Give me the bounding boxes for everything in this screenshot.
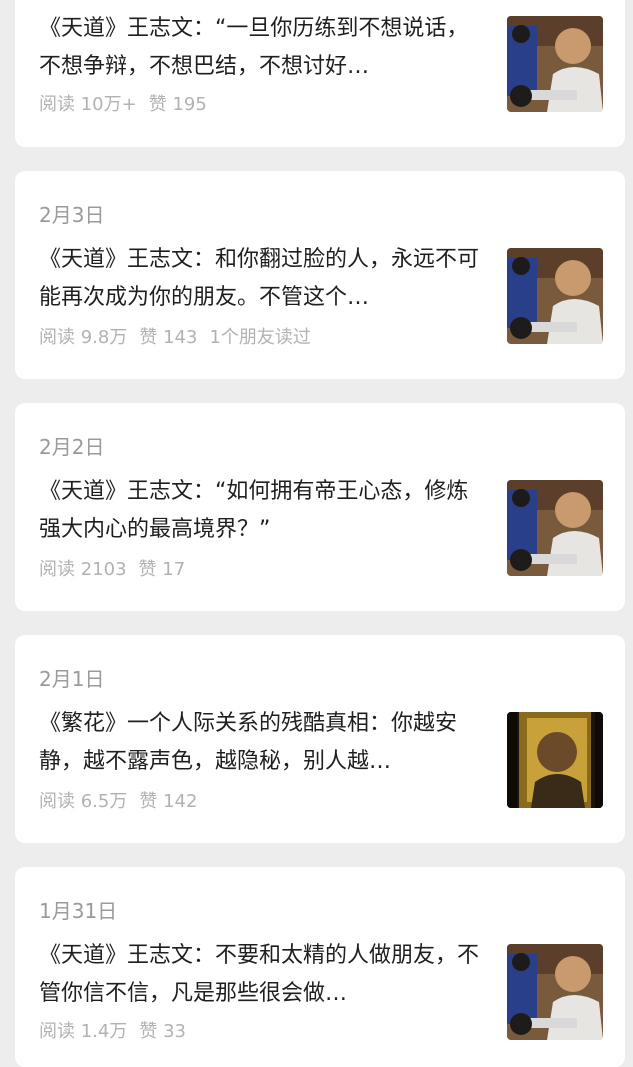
article-card[interactable]: 2月2日 《天道》王志文：“如何拥有帝王心态，修炼强大内心的最高境界？” 阅读 … [15, 403, 625, 611]
fanhua-still-image [507, 712, 603, 808]
article-title[interactable]: 《天道》王志文：“如何拥有帝王心态，修炼强大内心的最高境界？” [39, 473, 489, 549]
article-date: 2月3日 [39, 203, 105, 227]
read-count: 阅读 6.5万 [39, 791, 128, 812]
like-count: 赞 195 [148, 94, 207, 115]
article-stats: 阅读 1.4万赞 33 [39, 1017, 198, 1043]
article-date: 2月1日 [39, 667, 105, 691]
article-thumbnail[interactable] [507, 480, 603, 576]
article-title[interactable]: 《繁花》一个人际关系的残酷真相：你越安静，越不露声色，越隐秘，别人越… [39, 705, 489, 781]
article-thumbnail[interactable] [507, 16, 603, 112]
like-count: 赞 143 [139, 327, 198, 348]
read-count: 阅读 1.4万 [39, 1021, 128, 1042]
article-stats: 阅读 9.8万赞 143 1个朋友读过 [39, 323, 323, 349]
article-card[interactable]: 《天道》王志文：“一旦你历练到不想说话，不想争辩，不想巴结，不想讨好… 阅读 1… [15, 0, 625, 147]
friends-read: 1个朋友读过 [209, 327, 311, 348]
tiandao-still-image [507, 480, 603, 576]
read-count: 阅读 9.8万 [39, 327, 128, 348]
like-count: 赞 17 [138, 559, 186, 580]
article-title[interactable]: 《天道》王志文：和你翻过脸的人，永远不可能再次成为你的朋友。不管这个… [39, 241, 489, 317]
article-date: 2月2日 [39, 435, 105, 459]
article-card[interactable]: 1月31日 《天道》王志文：不要和太精的人做朋友，不管你信不信，凡是那些很会做…… [15, 867, 625, 1067]
article-stats: 阅读 2103 赞 17 [39, 555, 197, 581]
article-stats: 阅读 6.5万赞 142 [39, 787, 209, 813]
tiandao-still-image [507, 248, 603, 344]
article-stats: 阅读 10万+ 赞 195 [39, 90, 219, 116]
tiandao-still-image [507, 944, 603, 1040]
article-card[interactable]: 2月3日 《天道》王志文：和你翻过脸的人，永远不可能再次成为你的朋友。不管这个…… [15, 171, 625, 379]
tiandao-still-image [507, 16, 603, 112]
article-title[interactable]: 《天道》王志文：“一旦你历练到不想说话，不想争辩，不想巴结，不想讨好… [39, 10, 489, 86]
read-count: 阅读 10万+ [39, 94, 137, 115]
article-card[interactable]: 2月1日 《繁花》一个人际关系的残酷真相：你越安静，越不露声色，越隐秘，别人越…… [15, 635, 625, 843]
article-thumbnail[interactable] [507, 712, 603, 808]
article-thumbnail[interactable] [507, 248, 603, 344]
article-title[interactable]: 《天道》王志文：不要和太精的人做朋友，不管你信不信，凡是那些很会做… [39, 937, 489, 1013]
article-thumbnail[interactable] [507, 944, 603, 1040]
article-date: 1月31日 [39, 899, 118, 923]
like-count: 赞 33 [139, 1021, 186, 1042]
like-count: 赞 142 [139, 791, 198, 812]
read-count: 阅读 2103 [39, 559, 127, 580]
